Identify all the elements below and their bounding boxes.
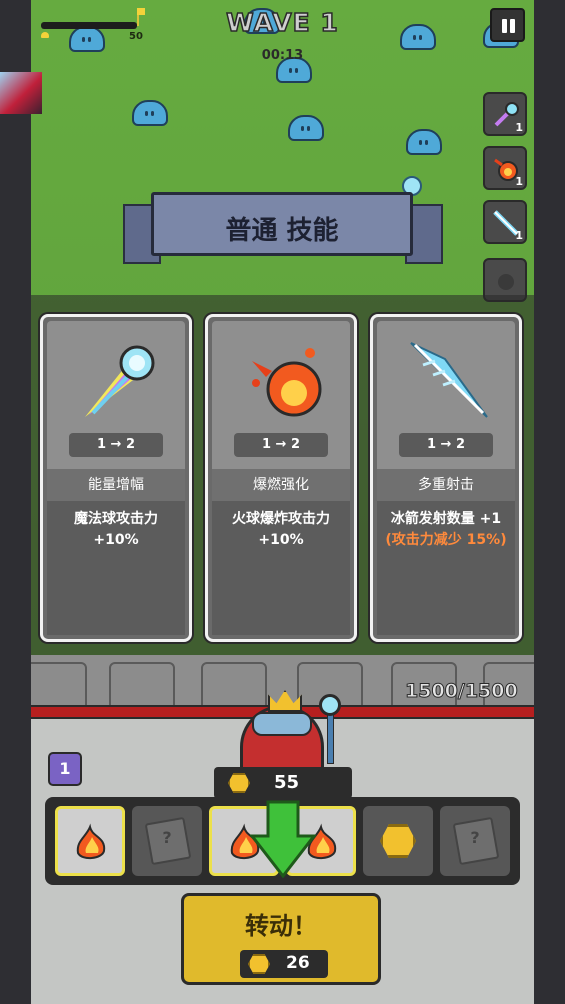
skill-count: 1	[515, 121, 523, 134]
player-avatar[interactable]	[0, 72, 42, 114]
pause-button[interactable]	[490, 8, 525, 42]
skill-slot-ice-arrow[interactable]: 1	[483, 200, 527, 244]
skill-card-combustion[interactable]: 1 → 2 爆燃强化 火球爆炸攻击力 +10%	[205, 314, 357, 642]
slime-enemy	[406, 129, 442, 155]
card-name: 能量增幅	[47, 469, 185, 501]
question-icon: ?	[162, 828, 172, 847]
skill-slot-fireball[interactable]: 1	[483, 146, 527, 190]
card-desc-line1: 魔法球攻击力	[74, 511, 158, 527]
banner-plate: 普通 技能	[151, 192, 413, 256]
reel-slot-unknown: ?	[440, 806, 510, 876]
staff-orb-icon	[319, 694, 341, 716]
coin-value: 55	[274, 772, 300, 793]
skill-count: 1	[515, 229, 523, 242]
wave-timer: 00:13	[261, 48, 304, 63]
ice-arrow-icon	[410, 342, 488, 418]
spin-cost: 26	[240, 950, 328, 978]
skill-banner: 普通 技能	[123, 188, 443, 270]
coin-counter: 55	[214, 767, 352, 799]
card-desc-line2: +10%	[93, 532, 139, 548]
fire-icon	[76, 823, 106, 859]
card-name: 多重射击	[377, 469, 515, 501]
banner-title: 普通 技能	[225, 216, 339, 246]
card-desc-line2: +10%	[258, 532, 304, 548]
wave-title: WAVE 1	[225, 7, 339, 38]
coin-icon	[380, 824, 416, 858]
wall-merlon	[31, 662, 87, 708]
spin-button[interactable]: 转动！ 26	[181, 893, 381, 985]
card-level: 1 → 2	[69, 433, 163, 457]
coin-icon	[228, 773, 250, 793]
energy-orb-icon	[85, 345, 155, 417]
slime-enemy	[288, 115, 324, 141]
card-desc-line1: 火球爆炸攻击力	[232, 511, 330, 527]
skill-card-energy-amplify[interactable]: 1 → 2 能量增幅 魔法球攻击力 +10%	[40, 314, 192, 642]
card-description: 火球爆炸攻击力 +10%	[212, 509, 350, 551]
right-letterbox	[534, 0, 565, 1004]
skill-count: 1	[515, 175, 523, 188]
reel-slot-unknown: ?	[132, 806, 202, 876]
card-desc-line1: 冰箭发射数量 +1	[390, 511, 502, 527]
card-description: 冰箭发射数量 +1 (攻击力减少 15%)	[377, 509, 515, 551]
player-level-badge: 1	[48, 752, 82, 786]
card-warning: (攻击力减少 15%)	[385, 532, 507, 548]
skill-card-multishot[interactable]: 1 → 2 多重射击 冰箭发射数量 +1 (攻击力减少 15%)	[370, 314, 522, 642]
spin-cost-value: 26	[286, 953, 310, 973]
left-letterbox	[0, 0, 31, 1004]
card-description: 魔法球攻击力 +10%	[47, 509, 185, 551]
game-screen: 50 WAVE 1 00:13 1 1 1 普通 技能 1 → 2 能量增幅 魔…	[31, 0, 534, 1004]
spin-label: 转动！	[245, 912, 317, 940]
coin-icon	[248, 954, 270, 974]
castle-hp-text: 1500/1500	[405, 680, 519, 703]
hero-visor	[252, 712, 312, 736]
card-level: 1 → 2	[399, 433, 493, 457]
down-arrow-icon	[250, 800, 316, 878]
wall-merlon	[201, 662, 267, 708]
hero-staff	[327, 712, 334, 764]
skill-slot-energy-orb[interactable]: 1	[483, 92, 527, 136]
card-name: 爆燃强化	[212, 469, 350, 501]
empty-slot-icon	[498, 274, 514, 290]
card-level: 1 → 2	[234, 433, 328, 457]
fireball-icon	[252, 348, 322, 417]
slime-enemy	[132, 100, 168, 126]
wall-merlon	[109, 662, 175, 708]
question-icon: ?	[470, 828, 480, 847]
reel-slot-fire	[55, 806, 125, 876]
reel-slot-coin	[363, 806, 433, 876]
